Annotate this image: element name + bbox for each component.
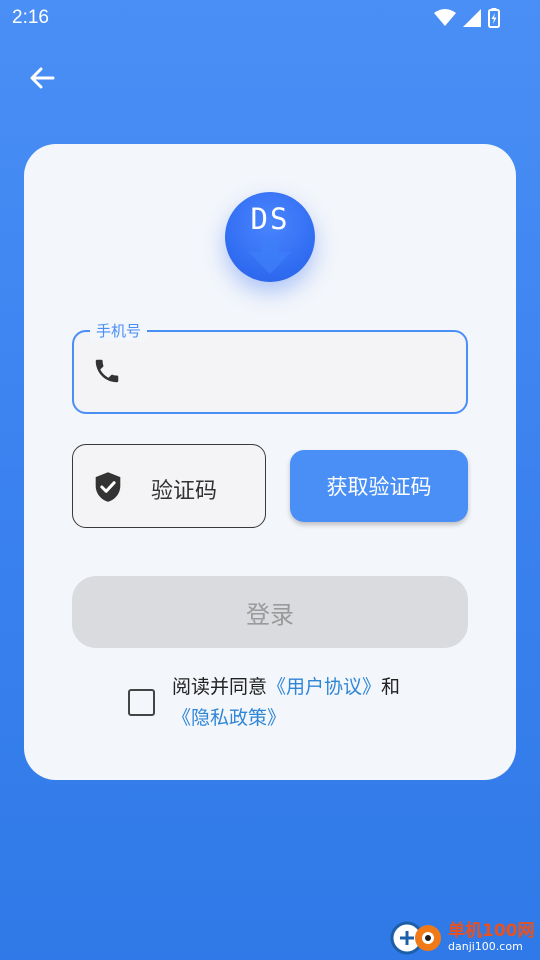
download-arrow-icon: [249, 236, 291, 274]
battery-icon: [488, 8, 500, 28]
agree-checkbox[interactable]: [128, 689, 155, 716]
shield-check-icon: [95, 472, 121, 502]
login-card: DS 手机号 验证码 获取验证码 登录 阅读并同意《用户协议》和《隐私政策》: [24, 144, 516, 780]
login-button[interactable]: 登录: [72, 576, 468, 648]
status-bar: 2:16: [0, 0, 540, 38]
agreement-prefix: 阅读并同意: [172, 676, 268, 698]
get-code-button[interactable]: 获取验证码: [290, 450, 468, 522]
phone-label: 手机号: [90, 320, 148, 341]
back-button[interactable]: [24, 60, 60, 96]
watermark-logo-icon: [390, 921, 441, 955]
watermark-title: 单机100网: [448, 921, 535, 941]
phone-icon: [95, 359, 119, 383]
signal-icon: [463, 9, 481, 27]
watermark: 单机100网 danji100.com: [388, 916, 538, 958]
wifi-icon: [434, 9, 456, 26]
status-time: 2:16: [12, 7, 49, 28]
agreement-text: 阅读并同意《用户协议》和《隐私政策》: [172, 672, 452, 734]
watermark-subtitle: danji100.com: [448, 940, 523, 953]
phone-input[interactable]: [134, 350, 458, 396]
terms-link[interactable]: 《用户协议》: [267, 676, 381, 698]
agreement-and: 和: [381, 676, 401, 698]
code-placeholder: 验证码: [151, 479, 218, 504]
privacy-link[interactable]: 《隐私政策》: [172, 707, 286, 729]
logo-text: DS: [250, 202, 290, 236]
app-logo: DS: [225, 192, 315, 282]
phone-field[interactable]: 手机号: [72, 320, 468, 414]
arrow-left-icon: [30, 67, 55, 89]
code-field[interactable]: 验证码: [72, 444, 266, 528]
status-icons: [434, 8, 500, 28]
